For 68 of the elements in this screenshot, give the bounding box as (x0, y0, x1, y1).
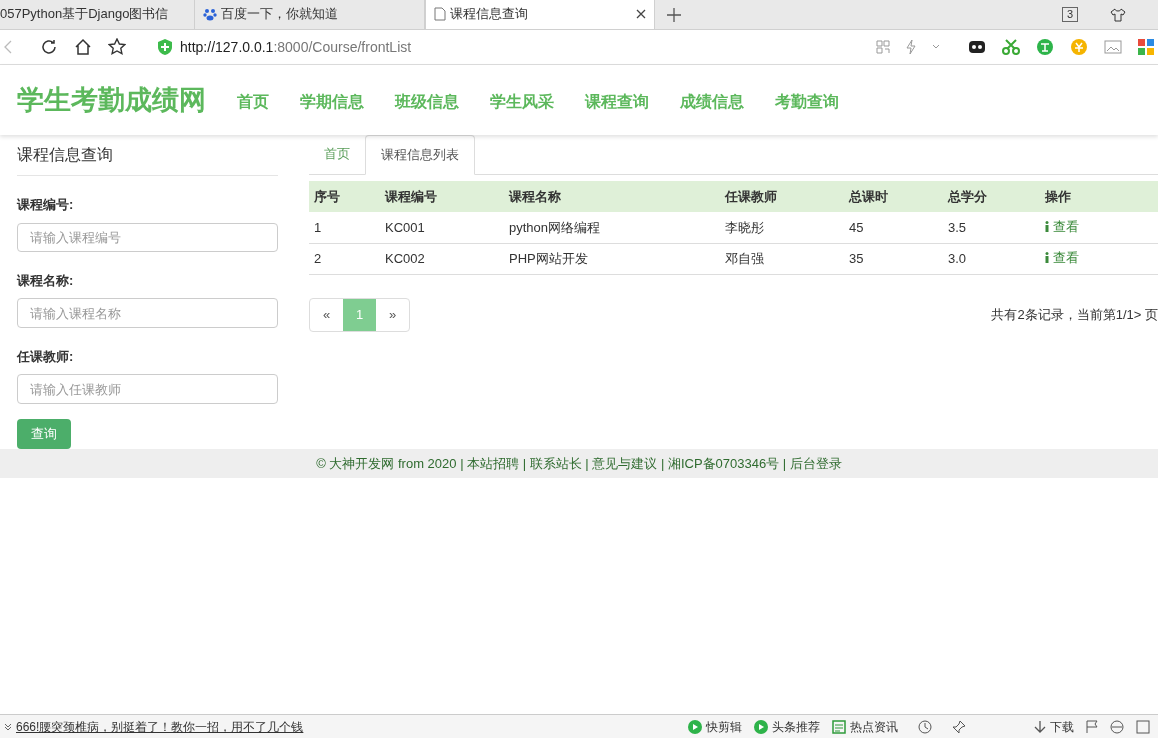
input-field[interactable]: 请输入课程编号 (17, 222, 278, 252)
column-header: 操作 (1040, 181, 1158, 212)
table-cell: 3.5 (948, 219, 967, 235)
footer-text: © 大神开发网 from 2020 | 本站招聘 | 联系站长 | 意见与建议 | 湘ICP备0703346号 | 后台登录 (316, 454, 842, 473)
column-header: 总课时 (844, 181, 943, 212)
status-bar-item[interactable]: 快剪辑 (688, 717, 742, 736)
record-summary: 共有2条记录，当前第1/1> 页 (991, 305, 1158, 324)
field-label: 任课教师: (17, 347, 75, 366)
tab-count[interactable]: 3 (1061, 7, 1078, 22)
input-field[interactable]: 请输入课程名称 (17, 298, 278, 328)
browser-tab[interactable]: 057Python基于Django图书信 (0, 0, 195, 29)
table-cell: 35 (849, 250, 864, 266)
page-icon[interactable] (434, 7, 446, 21)
image-icon[interactable] (1104, 39, 1122, 55)
table-cell: 3.0 (948, 250, 967, 266)
view-link[interactable]: 查看 (1045, 216, 1079, 237)
info-icon[interactable] (1045, 221, 1049, 233)
qr-icon[interactable] (876, 40, 890, 54)
clock-icon[interactable] (918, 719, 932, 734)
play-icon (688, 719, 702, 734)
table-cell: KC002 (385, 250, 425, 266)
table-cell: 2 (314, 250, 322, 266)
new-tab-icon[interactable] (667, 7, 681, 22)
scissors-icon[interactable] (1002, 39, 1020, 55)
input-field[interactable]: 请输入任课教师 (17, 374, 278, 404)
download-icon (1034, 719, 1046, 734)
column-header: 课程名称 (504, 181, 720, 212)
reload-icon[interactable] (40, 38, 58, 56)
content-tab[interactable]: 课程信息列表 (365, 135, 475, 175)
apps-icon[interactable] (1138, 39, 1154, 55)
column-header: 课程编号 (380, 181, 504, 212)
info-icon[interactable] (1045, 252, 1049, 264)
field-label: 课程名称: (17, 271, 75, 290)
news-icon (832, 719, 846, 734)
home-icon[interactable] (74, 38, 92, 56)
table-cell: 45 (849, 219, 864, 235)
column-header: 任课教师 (720, 181, 844, 212)
view-link[interactable]: 查看 (1045, 248, 1079, 268)
previous-page-link[interactable]: « (310, 298, 343, 331)
table-cell: 李晓彤 (725, 219, 764, 235)
address-field[interactable]: http://127.0.0.1:8000/Course/frontList (180, 36, 860, 58)
column-header: 总学分 (943, 181, 1040, 212)
play-icon (754, 719, 768, 734)
expand-icon[interactable] (4, 722, 12, 731)
status-bar-item[interactable]: 头条推荐 (754, 717, 820, 736)
table-cell: 1 (314, 219, 322, 235)
shirt-icon[interactable] (1110, 7, 1126, 22)
paw-icon[interactable] (203, 7, 217, 21)
table-cell: 邓自强 (725, 250, 764, 266)
status-bar-item[interactable]: 下载 (970, 717, 1074, 736)
flag-icon[interactable] (1086, 719, 1098, 734)
column-header: 序号 (309, 181, 380, 212)
news-link[interactable]: 666!腰突颈椎病，别挺着了！教你一招，用不了几个钱 (16, 717, 304, 736)
browser-tab[interactable]: 课程信息查询 (425, 0, 655, 29)
status-bar-item[interactable]: 热点资讯 (832, 717, 898, 736)
shield-icon[interactable] (158, 39, 172, 55)
table-cell: KC001 (385, 219, 425, 235)
next-page-link[interactable]: » (376, 298, 409, 331)
panel-title: 课程信息查询 (17, 143, 278, 176)
close-icon[interactable] (636, 9, 646, 19)
table-cell: PHP网站开发 (509, 250, 588, 266)
lightning-icon[interactable] (906, 40, 916, 54)
field-label: 课程编号: (17, 196, 75, 214)
table-cell: python网络编程 (509, 219, 601, 235)
window-icon[interactable] (1136, 719, 1150, 734)
pin-icon[interactable] (952, 719, 966, 734)
dropdown-icon[interactable] (932, 44, 940, 50)
star-icon[interactable] (108, 38, 126, 56)
